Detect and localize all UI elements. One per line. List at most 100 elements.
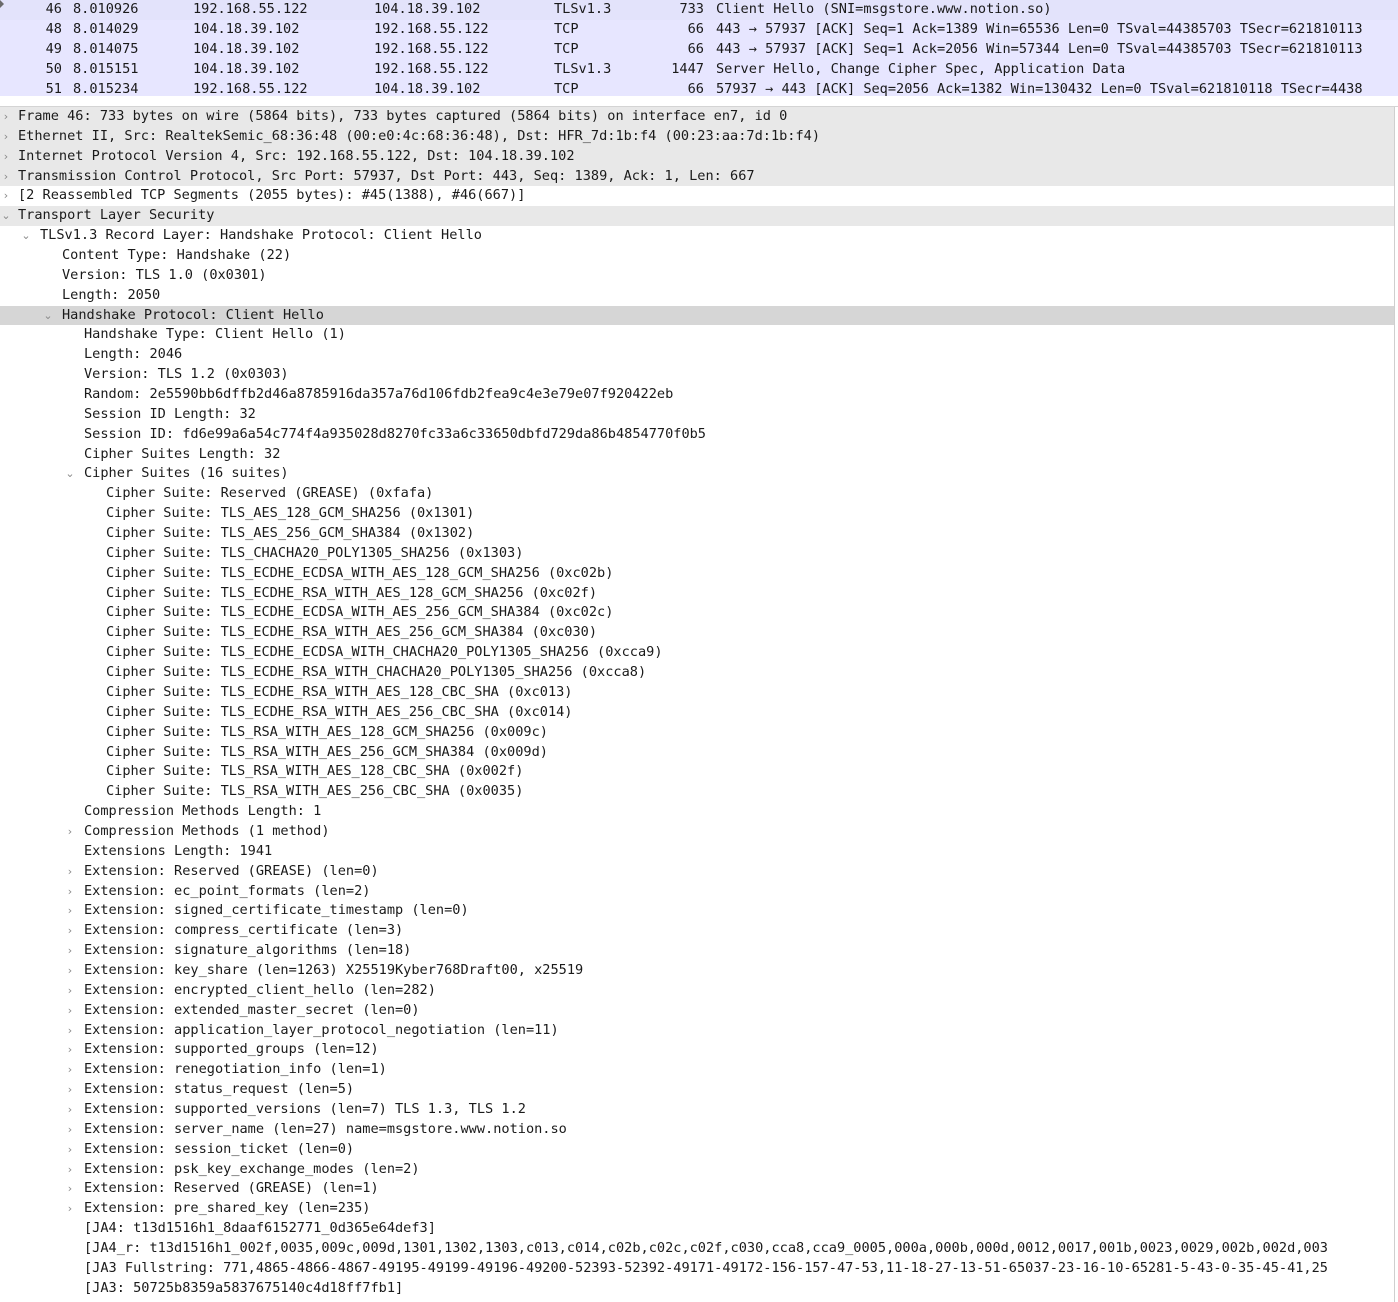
tree-row[interactable]: Cipher Suite: TLS_ECDHE_ECDSA_WITH_CHACH… bbox=[0, 643, 1394, 663]
chevron-right-icon[interactable]: › bbox=[64, 1021, 76, 1041]
packet-row[interactable]: 48 8.014029 104.18.39.102 192.168.55.122 TCP… bbox=[0, 19, 1398, 40]
chevron-down-icon[interactable]: ⌄ bbox=[64, 464, 76, 484]
tree-row[interactable]: Cipher Suite: TLS_ECDHE_RSA_WITH_AES_256… bbox=[0, 623, 1394, 643]
tree-row[interactable]: Length: 2050 bbox=[0, 286, 1394, 306]
chevron-right-icon[interactable]: › bbox=[64, 1100, 76, 1120]
tree-row[interactable]: › Extension: ec_point_formats (len=2) bbox=[0, 882, 1394, 902]
tree-row[interactable]: › Extension: supported_versions (len=7) T… bbox=[0, 1100, 1394, 1120]
tree-row[interactable]: Version: TLS 1.2 (0x0303) bbox=[0, 365, 1394, 385]
tree-row[interactable]: Session ID: fd6e99a6a54c774f4a935028d827… bbox=[0, 425, 1394, 445]
tree-row[interactable]: Random: 2e5590bb6dffb2d46a8785916da357a7… bbox=[0, 385, 1394, 405]
tree-row[interactable]: Cipher Suite: TLS_ECDHE_RSA_WITH_AES_256… bbox=[0, 703, 1394, 723]
tree-row[interactable]: › Extension: application_layer_protocol_n… bbox=[0, 1021, 1394, 1041]
tree-row[interactable]: Handshake Type: Client Hello (1) bbox=[0, 325, 1394, 345]
tree-row[interactable]: Cipher Suite: TLS_AES_256_GCM_SHA384 (0x… bbox=[0, 524, 1394, 544]
chevron-right-icon[interactable]: › bbox=[0, 107, 12, 127]
chevron-right-icon[interactable]: › bbox=[0, 147, 12, 167]
tree-row[interactable]: [JA3: 50725b8359a5837675140c4d18ff7fb1] bbox=[0, 1279, 1394, 1299]
tree-row[interactable]: ⌄ Handshake Protocol: Client Hello bbox=[0, 305, 1394, 326]
packet-row[interactable]: 49 8.014075 104.18.39.102 192.168.55.122 TCP… bbox=[0, 39, 1398, 60]
tree-row[interactable]: › Extension: session_ticket (len=0) bbox=[0, 1140, 1394, 1160]
tree-row[interactable]: Cipher Suite: TLS_CHACHA20_POLY1305_SHA2… bbox=[0, 544, 1394, 564]
packet-row[interactable]: 51 8.015234 192.168.55.122 104.18.39.102 TCP… bbox=[0, 79, 1398, 96]
tree-row[interactable]: › Transmission Control Protocol, Src Port… bbox=[0, 166, 1394, 187]
tree-row[interactable]: › Extension: status_request (len=5) bbox=[0, 1080, 1394, 1100]
chevron-right-icon[interactable]: › bbox=[0, 127, 12, 147]
tree-row[interactable]: › Extension: Reserved (GREASE) (len=0) bbox=[0, 862, 1394, 882]
chevron-right-icon[interactable]: › bbox=[0, 186, 12, 206]
tree-row[interactable]: › Internet Protocol Version 4, Src: 192.1… bbox=[0, 146, 1394, 167]
tree-row[interactable]: Cipher Suite: TLS_RSA_WITH_AES_128_GCM_S… bbox=[0, 723, 1394, 743]
tree-row[interactable]: Content Type: Handshake (22) bbox=[0, 246, 1394, 266]
chevron-right-icon[interactable]: › bbox=[64, 981, 76, 1001]
tree-row[interactable]: Cipher Suites Length: 32 bbox=[0, 445, 1394, 465]
chevron-down-icon[interactable]: ⌄ bbox=[42, 306, 54, 326]
packet-protocol: TCP bbox=[554, 40, 579, 57]
packet-length: 733 bbox=[679, 1, 704, 17]
tree-row[interactable]: › Extension: Reserved (GREASE) (len=1) bbox=[0, 1179, 1394, 1199]
tree-row[interactable]: › Extension: server_name (len=27) name=ms… bbox=[0, 1120, 1394, 1140]
tree-row[interactable]: Cipher Suite: TLS_RSA_WITH_AES_128_CBC_S… bbox=[0, 762, 1394, 782]
chevron-right-icon[interactable]: › bbox=[64, 1160, 76, 1180]
tree-row[interactable]: Compression Methods Length: 1 bbox=[0, 802, 1394, 822]
chevron-right-icon[interactable]: › bbox=[64, 941, 76, 961]
tree-row[interactable]: › Extension: encrypted_client_hello (len=… bbox=[0, 981, 1394, 1001]
chevron-right-icon[interactable]: › bbox=[64, 862, 76, 882]
chevron-right-icon[interactable]: › bbox=[64, 1001, 76, 1021]
tree-row[interactable]: › Extension: pre_shared_key (len=235) bbox=[0, 1199, 1394, 1219]
tree-row[interactable]: Cipher Suite: TLS_AES_128_GCM_SHA256 (0x… bbox=[0, 504, 1394, 524]
chevron-down-icon[interactable]: ⌄ bbox=[0, 206, 12, 226]
tree-row[interactable]: Cipher Suite: TLS_ECDHE_RSA_WITH_AES_128… bbox=[0, 683, 1394, 703]
tree-row[interactable]: › Extension: compress_certificate (len=3) bbox=[0, 921, 1394, 941]
tree-row[interactable]: › Extension: key_share (len=1263) X25519K… bbox=[0, 961, 1394, 981]
tree-row-label: Compression Methods (1 method) bbox=[84, 822, 330, 839]
tree-row[interactable]: ⌄ Cipher Suites (16 suites) bbox=[0, 464, 1394, 484]
tree-row[interactable]: › Extension: renegotiation_info (len=1) bbox=[0, 1060, 1394, 1080]
tree-row[interactable]: › [2 Reassembled TCP Segments (2055 bytes… bbox=[0, 186, 1394, 206]
tree-row[interactable]: Cipher Suite: TLS_ECDHE_RSA_WITH_AES_128… bbox=[0, 584, 1394, 604]
tree-row[interactable]: Extensions Length: 1941 bbox=[0, 842, 1394, 862]
tree-row[interactable]: [JA3 Fullstring: 771,4865-4866-4867-4919… bbox=[0, 1259, 1394, 1279]
tree-row-label: [JA4: t13d1516h1_8daaf6152771_0d365e64de… bbox=[84, 1220, 436, 1237]
tree-row[interactable]: Length: 2046 bbox=[0, 345, 1394, 365]
tree-row[interactable]: › Extension: signed_certificate_timestamp… bbox=[0, 901, 1394, 921]
tree-row[interactable]: Session ID Length: 32 bbox=[0, 405, 1394, 425]
packet-detail-tree[interactable]: › Frame 46: 733 bytes on wire (5864 bits)… bbox=[0, 107, 1395, 1302]
tree-row[interactable]: › Extension: psk_key_exchange_modes (len=… bbox=[0, 1160, 1394, 1180]
tree-row[interactable]: › Extension: extended_master_secret (len=… bbox=[0, 1001, 1394, 1021]
tree-row[interactable]: [JA4_r: t13d1516h1_002f,0035,009c,009d,1… bbox=[0, 1239, 1394, 1259]
chevron-right-icon[interactable]: › bbox=[64, 901, 76, 921]
tree-row[interactable]: Version: TLS 1.0 (0x0301) bbox=[0, 266, 1394, 286]
tree-row[interactable]: ⌄ Transport Layer Security bbox=[0, 206, 1394, 227]
tree-row[interactable]: ⌄ TLSv1.3 Record Layer: Handshake Protoco… bbox=[0, 226, 1394, 246]
tree-row[interactable]: [JA4: t13d1516h1_8daaf6152771_0d365e64de… bbox=[0, 1219, 1394, 1239]
tree-row[interactable]: Cipher Suite: TLS_RSA_WITH_AES_256_CBC_S… bbox=[0, 782, 1394, 802]
tree-row[interactable]: › Compression Methods (1 method) bbox=[0, 822, 1394, 842]
packet-row[interactable]: 46 8.010926 192.168.55.122 104.18.39.102 TLS… bbox=[0, 0, 1398, 20]
tree-row[interactable]: Cipher Suite: TLS_ECDHE_ECDSA_WITH_AES_2… bbox=[0, 603, 1394, 623]
chevron-right-icon[interactable]: › bbox=[64, 921, 76, 941]
chevron-right-icon[interactable]: › bbox=[64, 1179, 76, 1199]
chevron-right-icon[interactable]: › bbox=[64, 1060, 76, 1080]
chevron-right-icon[interactable]: › bbox=[64, 1040, 76, 1060]
chevron-right-icon[interactable]: › bbox=[0, 167, 12, 187]
tree-row[interactable]: › Frame 46: 733 bytes on wire (5864 bits)… bbox=[0, 107, 1394, 127]
tree-row[interactable]: Cipher Suite: TLS_ECDHE_RSA_WITH_CHACHA2… bbox=[0, 663, 1394, 683]
chevron-right-icon[interactable]: › bbox=[64, 1120, 76, 1140]
tree-row[interactable]: › Extension: supported_groups (len=12) bbox=[0, 1040, 1394, 1060]
chevron-down-icon[interactable]: ⌄ bbox=[20, 226, 32, 246]
tree-row[interactable]: Cipher Suite: Reserved (GREASE) (0xfafa) bbox=[0, 484, 1394, 504]
tree-row[interactable]: Cipher Suite: TLS_ECDHE_ECDSA_WITH_AES_1… bbox=[0, 564, 1394, 584]
chevron-right-icon[interactable]: › bbox=[64, 882, 76, 902]
chevron-right-icon[interactable]: › bbox=[64, 1080, 76, 1100]
chevron-right-icon[interactable]: › bbox=[64, 1199, 76, 1219]
chevron-right-icon[interactable]: › bbox=[64, 822, 76, 842]
tree-row[interactable]: › Ethernet II, Src: RealtekSemic_68:36:48… bbox=[0, 126, 1394, 147]
tree-row[interactable]: › Extension: signature_algorithms (len=18… bbox=[0, 941, 1394, 961]
packet-list[interactable]: 46 8.010926 192.168.55.122 104.18.39.102 TLS… bbox=[0, 0, 1398, 96]
pane-divider[interactable] bbox=[0, 96, 1398, 107]
chevron-right-icon[interactable]: › bbox=[64, 1140, 76, 1160]
packet-row[interactable]: 50 8.015151 104.18.39.102 192.168.55.122 TLS… bbox=[0, 59, 1398, 80]
tree-row[interactable]: Cipher Suite: TLS_RSA_WITH_AES_256_GCM_S… bbox=[0, 743, 1394, 763]
chevron-right-icon[interactable]: › bbox=[64, 961, 76, 981]
